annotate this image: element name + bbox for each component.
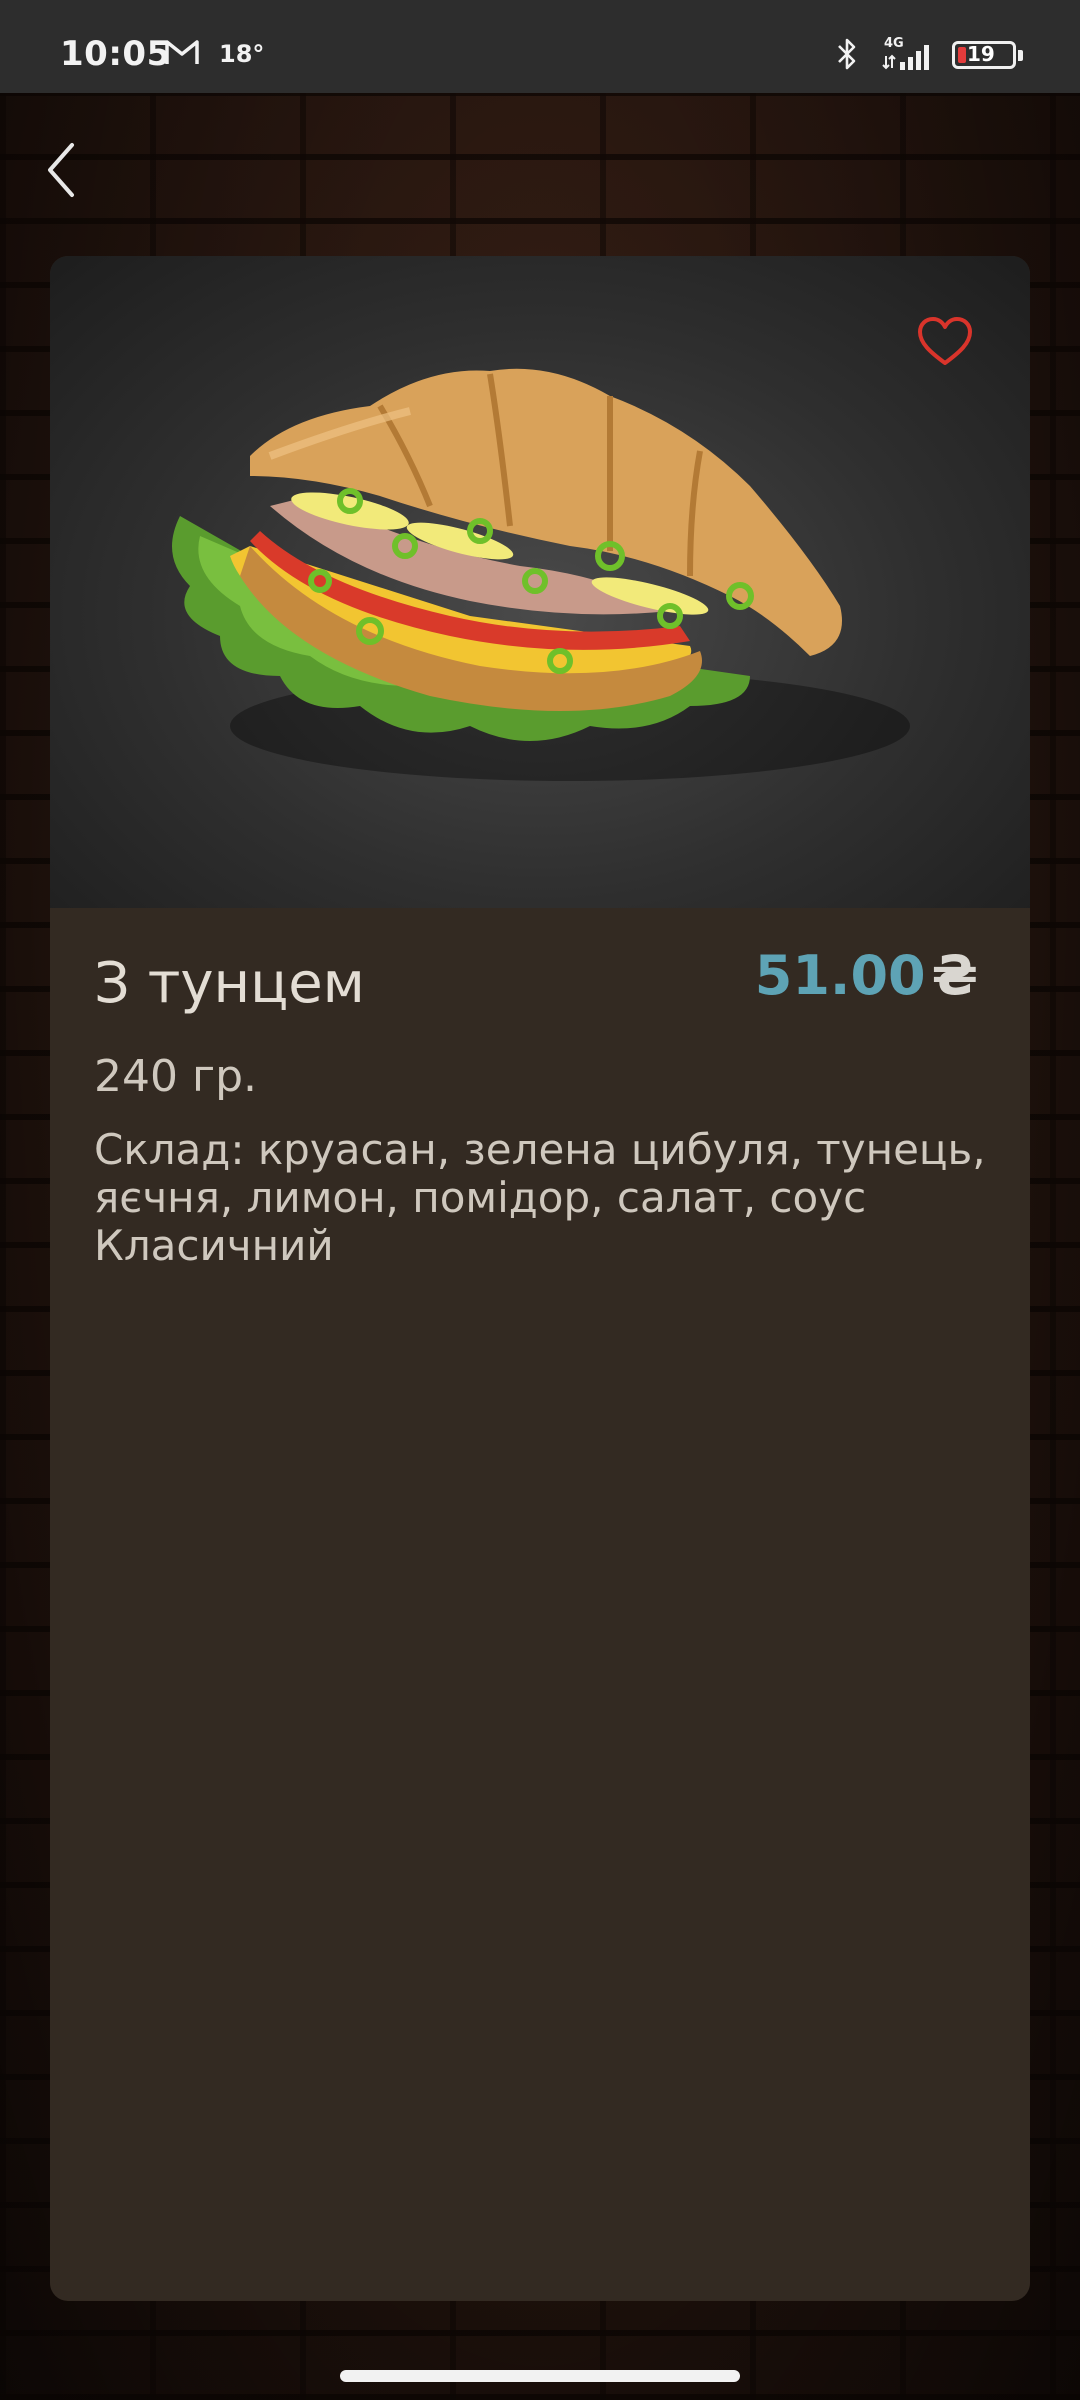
product-description: Склад: круасан, зелена цибуля, тунець, я… [94, 1125, 986, 1270]
status-bar: 10:05 18° 4G 19 [0, 0, 1080, 93]
favorite-heart-icon[interactable] [916, 316, 974, 368]
gmail-icon [165, 40, 199, 64]
battery-level [958, 47, 966, 63]
bluetooth-icon [838, 38, 856, 70]
home-indicator[interactable] [340, 2370, 740, 2382]
signal-icon [882, 45, 929, 70]
product-card: З тунцем 51.00 ₴ 240 гр. Склад: круасан, … [50, 256, 1030, 2301]
product-price: 51.00 ₴ [755, 944, 978, 1007]
product-title: З тунцем [94, 951, 365, 1016]
croissant-sandwich-illustration [172, 368, 910, 781]
price-amount: 51.00 [754, 944, 926, 1007]
product-weight: 240 гр. [94, 1051, 258, 1102]
status-time: 10:05 [60, 34, 171, 74]
battery-percent: 19 [967, 42, 995, 66]
battery-icon: 19 [952, 41, 1016, 69]
product-photo [50, 256, 1030, 908]
status-temperature: 18° [219, 40, 265, 68]
back-arrow-icon[interactable] [40, 135, 90, 205]
currency-symbol: ₴ [931, 944, 978, 1007]
battery-tip [1018, 50, 1023, 61]
